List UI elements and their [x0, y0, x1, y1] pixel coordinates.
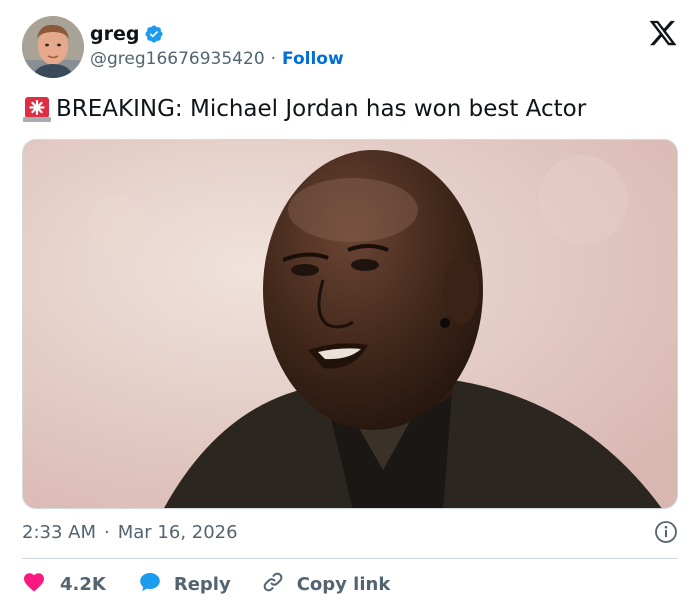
tweet-date[interactable]: Mar 16, 2026 — [118, 522, 238, 543]
tweet-actions: 4.2K Reply Copy link — [22, 568, 390, 600]
tweet-body: BREAKING: Michael Jordan has won best Ac… — [56, 96, 587, 122]
tweet-text: BREAKING: Michael Jordan has won best Ac… — [22, 92, 678, 126]
author-handle[interactable]: @greg16676935420 — [90, 49, 265, 69]
heart-icon — [22, 570, 46, 599]
info-icon[interactable] — [654, 520, 678, 544]
reply-label: Reply — [173, 573, 231, 595]
tweet-photo[interactable] — [22, 139, 678, 509]
copy-link-button[interactable]: Copy link — [261, 570, 391, 599]
photo-portrait — [23, 140, 677, 508]
display-name[interactable]: greg — [90, 23, 139, 45]
divider — [22, 558, 678, 559]
verified-badge-icon — [144, 24, 164, 44]
tweet-header: greg @greg16676935420 · Follow — [22, 16, 678, 78]
follow-button[interactable]: Follow — [282, 49, 344, 69]
like-count: 4.2K — [60, 573, 106, 595]
avatar-photo — [22, 16, 84, 78]
tweet-time[interactable]: 2:33 AM — [22, 522, 96, 543]
link-icon — [261, 570, 285, 599]
separator-dot: · — [104, 521, 110, 543]
siren-icon — [22, 94, 52, 124]
author-info: greg @greg16676935420 · Follow — [90, 22, 344, 69]
reply-button[interactable]: Reply — [138, 570, 231, 599]
tweet-timestamp: 2:33 AM · Mar 16, 2026 — [22, 517, 678, 547]
avatar[interactable] — [22, 16, 84, 78]
like-button[interactable]: 4.2K — [22, 570, 106, 599]
copy-link-label: Copy link — [296, 573, 391, 595]
speech-bubble-icon — [138, 570, 162, 599]
separator-dot: · — [270, 49, 277, 69]
x-logo-icon[interactable] — [648, 18, 678, 48]
